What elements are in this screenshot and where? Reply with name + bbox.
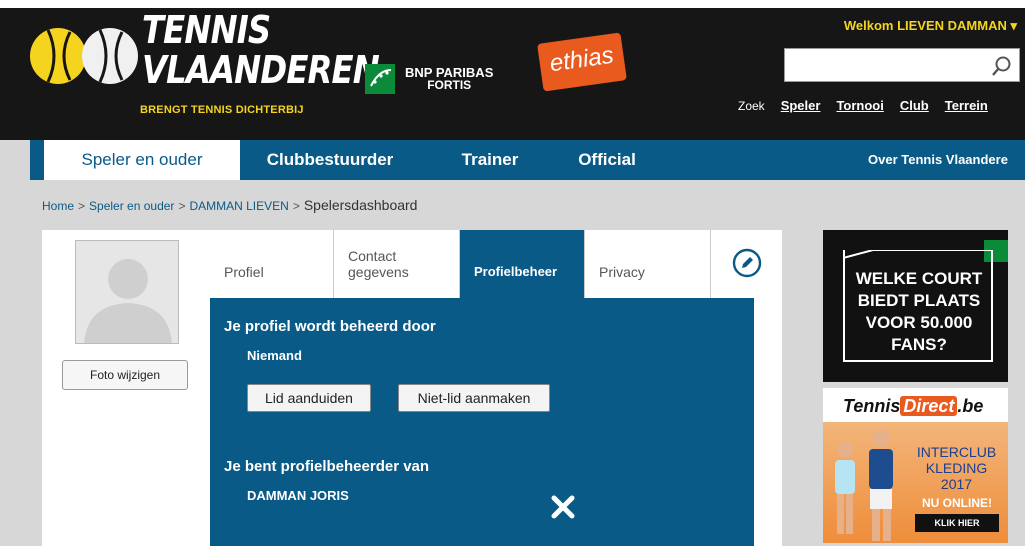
yellow-ball-icon [30, 28, 86, 84]
tab-contact-gegevens[interactable]: Contact gegevens [334, 230, 460, 298]
ad2-line: 2017 [940, 476, 973, 492]
manager-of-heading: Je bent profielbeheerder van [224, 458, 430, 475]
breadcrumb-separator: > [78, 199, 86, 213]
breadcrumb-speler-en-ouder[interactable]: Speler en ouder [89, 199, 174, 213]
ad1-line: BIEDT PLAATS [857, 291, 981, 310]
nav-speler-en-ouder[interactable]: Speler en ouder [44, 140, 240, 180]
breadcrumb-current: Spelersdashboard [303, 197, 418, 213]
breadcrumb: Home > Speler en ouder > DAMMAN LIEVEN >… [42, 197, 417, 213]
bnp-sponsor-name: BNP PARIBAS FORTIS [405, 66, 493, 92]
ad2-online: NU ONLINE! [922, 496, 992, 510]
link-tornooi[interactable]: Tornooi [836, 98, 883, 113]
tennis-balls-logo-icon[interactable] [30, 14, 140, 104]
nav-clubbestuurder[interactable]: Clubbestuurder [250, 140, 410, 180]
breadcrumb-separator: > [178, 199, 186, 213]
link-speler[interactable]: Speler [781, 98, 821, 113]
close-icon[interactable] [550, 494, 576, 525]
tennisdirect-logo: Tennis Direct .be [843, 396, 983, 417]
create-nonmember-button[interactable]: Niet-lid aanmaken [398, 384, 550, 412]
ad-welke-court[interactable]: WELKE COURT BIEDT PLAATS VOOR 50.000 FAN… [823, 230, 1008, 382]
ethias-sponsor-logo[interactable]: ethias [537, 32, 627, 92]
manager-of-value: DAMMAN JORIS [247, 488, 349, 503]
nav-trainer[interactable]: Trainer [442, 140, 538, 180]
tab-profiel[interactable]: Profiel [210, 230, 334, 298]
site-logo-wordmark[interactable]: TENNIS VLAANDEREN [142, 8, 380, 92]
brand-part: Tennis [843, 396, 901, 416]
breadcrumb-separator: > [292, 199, 300, 213]
ad2-headline: INTERCLUB KLEDING 2017 [909, 444, 1004, 492]
profile-content: Foto wijzigen Profiel Contact gegevens P… [42, 230, 782, 546]
search-input[interactable] [785, 49, 981, 81]
pencil-edit-icon[interactable] [732, 248, 762, 283]
logo-line-2: VLAANDEREN [142, 48, 380, 92]
logo-line-1: TENNIS [142, 8, 271, 52]
tab-profielbeheer[interactable]: Profielbeheer [460, 230, 585, 298]
link-club[interactable]: Club [900, 98, 929, 113]
managed-by-heading: Je profiel wordt beheerd door [224, 318, 436, 335]
site-header: TENNIS VLAANDEREN BRENGT TENNIS DICHTERB… [0, 0, 1025, 140]
profile-management-panel: Je profiel wordt beheerd door Niemand Li… [210, 298, 754, 546]
brand-part: Direct [900, 396, 958, 416]
ad1-line: VOOR 50.000 FANS? [865, 313, 973, 354]
welcome-user-menu[interactable]: Welkom LIEVEN DAMMAN ▾ [844, 18, 1017, 34]
ad2-line: KLEDING [925, 460, 988, 476]
nav-over-tennis-vlaanderen[interactable]: Over Tennis Vlaandere [868, 140, 1025, 180]
search-icon[interactable] [991, 55, 1013, 82]
bnp-stars-icon [365, 64, 395, 94]
ad2-line: INTERCLUB [916, 444, 997, 460]
nav-official[interactable]: Official [562, 140, 652, 180]
tennis-players-image-icon [835, 429, 893, 541]
search-box [784, 48, 1020, 82]
main-nav: Speler en ouder Clubbestuurder Trainer O… [30, 140, 1025, 180]
breadcrumb-home[interactable]: Home [42, 199, 74, 213]
ad2-cta-button[interactable]: KLIK HIER [915, 514, 999, 532]
managed-by-value: Niemand [247, 348, 302, 363]
link-terrein[interactable]: Terrein [945, 98, 988, 113]
quick-links: Zoek Speler Tornooi Club Terrein [738, 98, 988, 113]
logo-tagline: BRENGT TENNIS DICHTERBIJ [140, 104, 304, 116]
bnp-line-2: FORTIS [427, 78, 472, 92]
breadcrumb-player[interactable]: DAMMAN LIEVEN [189, 199, 288, 213]
zoek-label: Zoek [738, 99, 765, 113]
change-photo-button[interactable]: Foto wijzigen [62, 360, 188, 390]
ad1-text: WELKE COURT BIEDT PLAATS VOOR 50.000 FAN… [845, 268, 993, 356]
profile-tabs: Profiel Contact gegevens Profielbeheer P… [210, 230, 762, 298]
default-avatar-icon [84, 259, 172, 343]
brand-part: .be [957, 396, 984, 416]
avatar [75, 240, 179, 344]
tab-privacy[interactable]: Privacy [585, 230, 711, 298]
ad-tennisdirect[interactable]: Tennis Direct .be INTERCLUB KLEDING 2017 N… [823, 388, 1008, 543]
assign-member-button[interactable]: Lid aanduiden [247, 384, 371, 412]
ad1-line: WELKE COURT [855, 269, 983, 288]
white-ball-icon [82, 28, 138, 84]
